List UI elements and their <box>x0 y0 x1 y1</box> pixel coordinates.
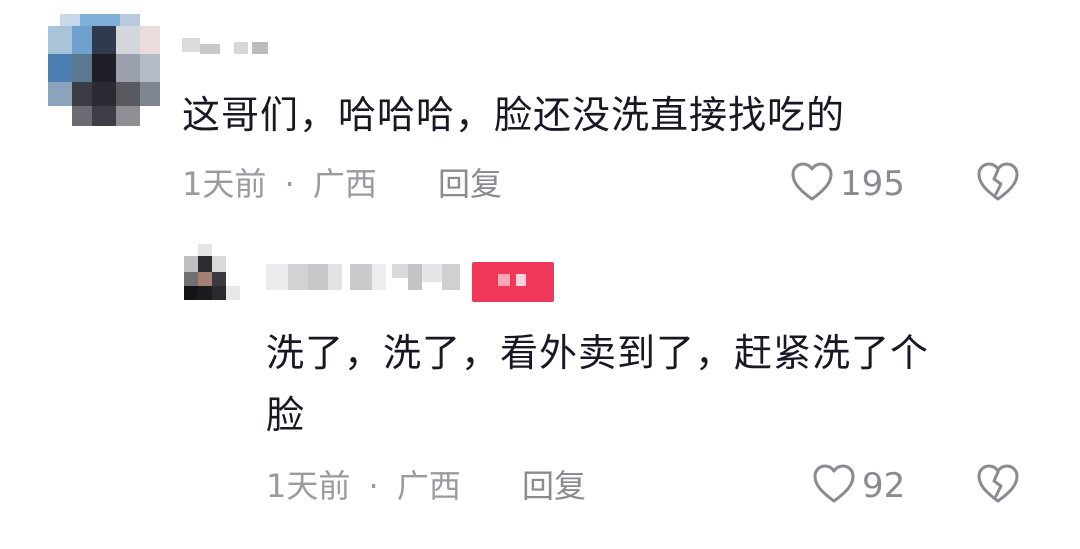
comment-text: 这哥们，哈哈哈，脸还没洗直接找吃的 <box>182 93 846 137</box>
username[interactable] <box>266 262 466 294</box>
heart-outline-icon <box>790 162 834 206</box>
comment-time: 1天前 <box>266 467 351 505</box>
heart-outline-icon <box>812 464 856 508</box>
author-badge <box>472 262 554 302</box>
like-button[interactable]: 92 <box>812 464 905 508</box>
comment-meta: 1天前 · 广西 <box>182 164 377 204</box>
comment-location: 广西 <box>396 467 461 505</box>
comment-time: 1天前 <box>182 165 267 203</box>
avatar[interactable] <box>184 244 240 300</box>
like-count: 92 <box>862 466 906 506</box>
meta-separator: · <box>284 165 295 203</box>
broken-heart-icon <box>976 464 1020 508</box>
comment-text-line-1: 洗了，洗了，看外卖到了，赶紧洗了个 <box>266 331 930 375</box>
avatar[interactable] <box>48 14 160 126</box>
meta-separator: · <box>368 467 379 505</box>
comment-text-line-2: 脸 <box>266 393 306 437</box>
dislike-button[interactable] <box>976 162 1020 206</box>
broken-heart-icon <box>976 162 1020 206</box>
username[interactable] <box>182 34 272 58</box>
dislike-button[interactable] <box>976 464 1020 508</box>
reply-button[interactable]: 回复 <box>522 466 586 506</box>
like-button[interactable]: 195 <box>790 162 905 206</box>
like-count: 195 <box>840 164 905 204</box>
comment-location: 广西 <box>312 165 377 203</box>
reply-button[interactable]: 回复 <box>438 164 502 204</box>
comment-meta: 1天前 · 广西 <box>266 466 461 506</box>
